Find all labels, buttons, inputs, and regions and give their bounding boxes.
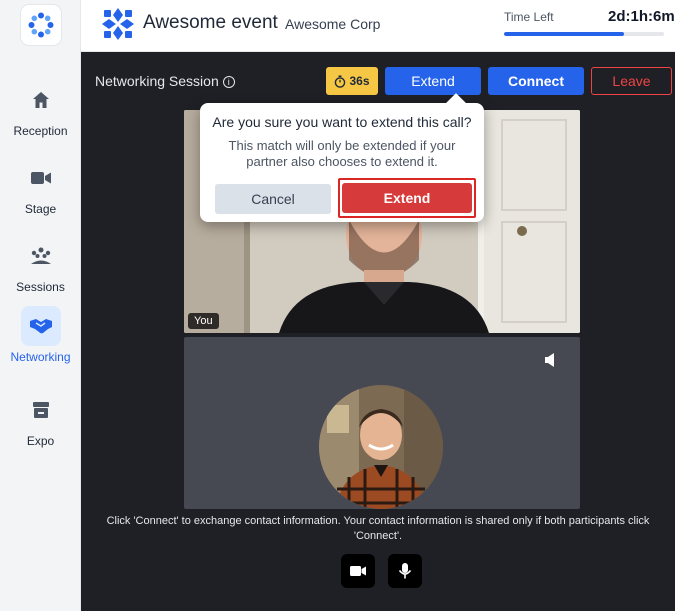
sidebar-item-expo[interactable]: Expo xyxy=(0,390,81,448)
sidebar: Reception Stage Sessions Networking Expo xyxy=(0,0,81,611)
sidebar-item-label: Expo xyxy=(26,434,55,448)
sidebar-item-label: Stage xyxy=(24,202,57,216)
time-left-value: 2d:1h:6m xyxy=(608,8,675,25)
stopwatch-icon xyxy=(335,75,346,88)
corp-name: Awesome Corp xyxy=(285,16,381,32)
session-title-text: Networking Session xyxy=(95,73,219,89)
time-left-label: Time Left xyxy=(504,10,554,24)
sidebar-item-networking[interactable]: Networking xyxy=(0,306,81,364)
brand-logo-icon xyxy=(102,8,134,40)
store-icon xyxy=(21,390,61,430)
home-icon xyxy=(21,80,61,120)
leave-button[interactable]: Leave xyxy=(591,67,672,95)
time-left-progress-fill xyxy=(504,32,624,36)
microphone-toggle-button[interactable] xyxy=(388,554,422,588)
session-title: Networking Session i xyxy=(95,73,235,89)
partner-avatar xyxy=(319,385,443,509)
self-video-label: You xyxy=(188,313,219,329)
info-icon[interactable]: i xyxy=(222,76,235,88)
connect-info-text: Click 'Connect' to exchange contact info… xyxy=(106,515,650,542)
extend-confirm-button[interactable]: Extend xyxy=(342,183,472,213)
cancel-button[interactable]: Cancel xyxy=(215,184,331,214)
popover-title: Are you sure you want to extend this cal… xyxy=(212,114,472,130)
popover-description: This match will only be extended if your… xyxy=(228,138,456,169)
event-logo[interactable] xyxy=(21,5,61,45)
camera-toggle-button[interactable] xyxy=(341,554,375,588)
sidebar-item-sessions[interactable]: Sessions xyxy=(0,236,81,294)
sidebar-item-label: Sessions xyxy=(16,280,65,294)
people-group-icon xyxy=(21,236,61,276)
speaker-icon[interactable] xyxy=(544,352,558,368)
event-logo-icon xyxy=(28,12,54,38)
event-title: Awesome event xyxy=(143,12,278,33)
extend-confirm-popover: Are you sure you want to extend this cal… xyxy=(200,93,484,222)
sidebar-item-reception[interactable]: Reception xyxy=(0,80,81,138)
top-header: Awesome event Awesome Corp Time Left 2d:… xyxy=(81,0,675,52)
sidebar-item-label: Reception xyxy=(13,124,68,138)
handshake-icon xyxy=(20,306,61,346)
sidebar-item-stage[interactable]: Stage xyxy=(0,158,81,216)
time-left-progress xyxy=(504,32,664,36)
microphone-icon xyxy=(398,563,412,579)
extend-button[interactable]: Extend xyxy=(385,67,481,95)
video-camera-icon xyxy=(350,566,366,576)
video-camera-icon xyxy=(21,158,61,198)
partner-video xyxy=(184,337,580,509)
connect-button[interactable]: Connect xyxy=(488,67,584,95)
countdown-value: 36s xyxy=(349,74,370,88)
countdown-timer: 36s xyxy=(326,67,378,95)
sidebar-item-label: Networking xyxy=(10,350,71,364)
